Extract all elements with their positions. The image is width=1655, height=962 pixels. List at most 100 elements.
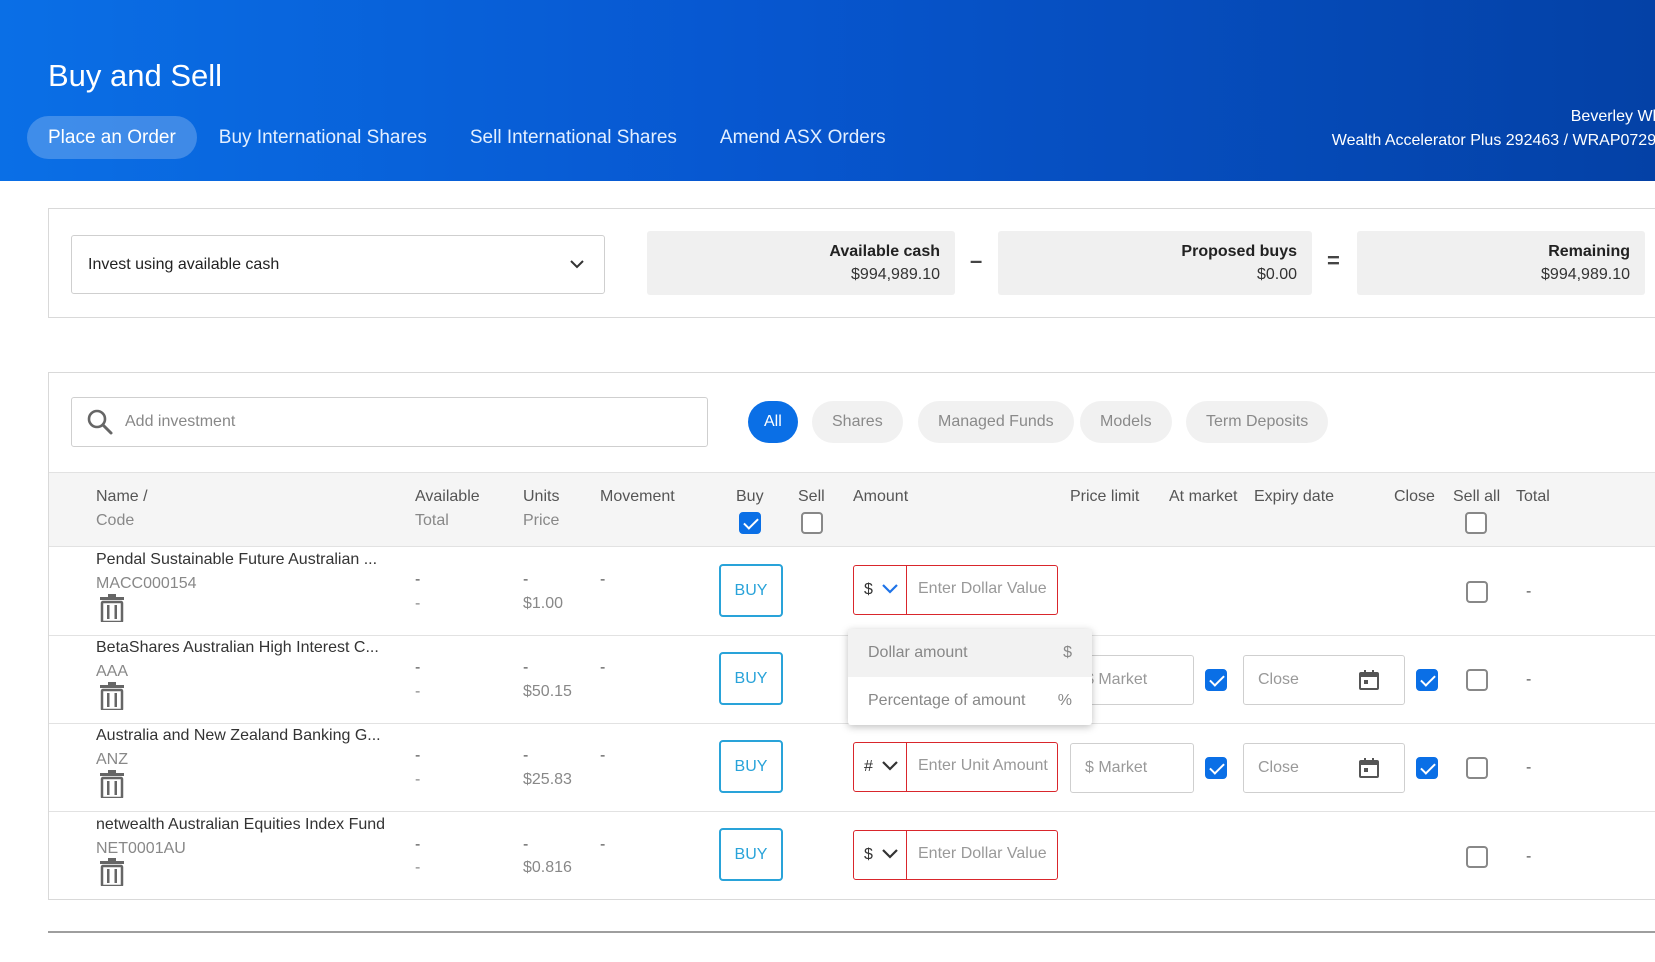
col-sell-all: Sell all	[1453, 488, 1501, 505]
row-total-value: -	[1526, 671, 1532, 688]
row-total: -	[415, 683, 421, 700]
close-checkbox[interactable]	[1416, 757, 1438, 779]
filter-models[interactable]: Models	[1080, 401, 1172, 443]
row-code: ANZ	[96, 751, 128, 768]
amount-unit-select[interactable]: #	[854, 743, 907, 791]
col-code-label: Code	[96, 512, 135, 529]
buy-button[interactable]: BUY	[719, 564, 783, 617]
calendar-icon[interactable]	[1358, 669, 1380, 691]
amount-input[interactable]: Enter Dollar Value	[918, 845, 1054, 863]
row-total: -	[415, 595, 421, 612]
sell-all-checkbox[interactable]	[1466, 846, 1488, 868]
expiry-date-input[interactable]: Close	[1243, 743, 1405, 793]
row-available: -	[415, 747, 421, 764]
tab-amend-asx-orders[interactable]: Amend ASX Orders	[699, 116, 907, 159]
page-header: Buy and Sell Place an Order Buy Internat…	[0, 0, 1655, 181]
dropdown-option-percentage-of-amount[interactable]: Percentage of amount %	[848, 677, 1092, 725]
row-movement: -	[600, 659, 606, 676]
close-checkbox[interactable]	[1416, 669, 1438, 691]
calendar-icon[interactable]	[1358, 757, 1380, 779]
filter-all[interactable]: All	[748, 401, 798, 443]
row-price: $1.00	[523, 595, 564, 612]
tab-buy-international-shares[interactable]: Buy International Shares	[198, 116, 448, 159]
filter-shares[interactable]: Shares	[812, 401, 903, 443]
row-name: netwealth Australian Equities Index Fund	[96, 816, 386, 833]
sell-all-header-checkbox[interactable]	[1465, 512, 1487, 534]
trash-icon[interactable]	[99, 594, 125, 622]
row-price: $25.83	[523, 771, 572, 788]
expiry-placeholder: Close	[1258, 759, 1299, 776]
remaining-value: $994,989.10	[1541, 266, 1630, 283]
filter-term-deposits[interactable]: Term Deposits	[1186, 401, 1329, 443]
row-price: $50.15	[523, 683, 572, 700]
sell-all-checkbox[interactable]	[1466, 669, 1488, 691]
row-total: -	[415, 859, 421, 876]
chevron-down-icon	[570, 260, 584, 269]
tab-bar: Place an Order Buy International Shares …	[27, 116, 908, 159]
row-available: -	[415, 836, 421, 853]
at-market-checkbox[interactable]	[1205, 757, 1227, 779]
col-units: Units Price	[523, 485, 559, 533]
col-buy: Buy	[736, 488, 764, 505]
buy-all-checkbox[interactable]	[739, 512, 761, 534]
col-price-limit: Price limit	[1070, 488, 1140, 505]
search-icon	[87, 409, 113, 435]
amount-input[interactable]: Enter Dollar Value	[918, 580, 1054, 598]
sell-all-checkbox[interactable]	[1466, 757, 1488, 779]
trash-icon[interactable]	[99, 682, 125, 710]
trash-icon[interactable]	[99, 858, 125, 886]
col-available-label: Available	[415, 488, 480, 505]
col-price-label: Price	[523, 512, 560, 529]
option-symbol: $	[1063, 644, 1072, 661]
tab-place-an-order[interactable]: Place an Order	[27, 116, 197, 159]
available-cash-value: $994,989.10	[851, 266, 940, 283]
dropdown-option-dollar-amount[interactable]: Dollar amount $	[848, 629, 1092, 677]
amount-input-group: # Enter Unit Amount	[853, 742, 1058, 792]
buy-button[interactable]: BUY	[719, 828, 783, 881]
col-amount: Amount	[853, 488, 909, 505]
add-investment-search[interactable]: Add investment	[71, 397, 708, 447]
col-expiry-date: Expiry date	[1254, 488, 1335, 505]
row-total-value: -	[1526, 848, 1532, 865]
filter-managed-funds[interactable]: Managed Funds	[918, 401, 1074, 443]
option-label: Dollar amount	[868, 644, 968, 661]
sell-all-checkbox[interactable]	[1466, 581, 1488, 603]
row-units: -	[523, 836, 529, 853]
row-movement: -	[600, 747, 606, 764]
row-price: $0.816	[523, 859, 572, 876]
col-name: Name / Code	[96, 485, 148, 533]
row-name: Australia and New Zealand Banking G...	[96, 727, 381, 744]
amount-unit-select[interactable]: $	[854, 831, 907, 879]
chevron-down-icon	[882, 761, 898, 771]
amount-input-group: $ Enter Dollar Value	[853, 830, 1058, 880]
row-total: -	[415, 771, 421, 788]
option-label: Percentage of amount	[868, 692, 1026, 709]
amount-unit-select[interactable]: $	[854, 566, 907, 614]
buy-button[interactable]: BUY	[719, 740, 783, 793]
row-movement: -	[600, 571, 606, 588]
account-name: Beverley Whi	[1570, 108, 1655, 125]
amount-input[interactable]: Enter Unit Amount	[918, 757, 1054, 775]
col-units-label: Units	[523, 488, 560, 505]
remaining-box: Remaining $994,989.10	[1357, 231, 1645, 295]
sell-all-rows-checkbox[interactable]	[801, 512, 823, 534]
trash-icon[interactable]	[99, 770, 125, 798]
table-header	[49, 472, 1655, 547]
chevron-down-icon	[882, 584, 898, 594]
minus-sign: –	[970, 248, 983, 273]
col-movement: Movement	[600, 488, 675, 505]
tab-sell-international-shares[interactable]: Sell International Shares	[449, 116, 698, 159]
chevron-down-icon	[882, 849, 898, 859]
expiry-date-input[interactable]: Close	[1243, 655, 1405, 705]
row-movement: -	[600, 836, 606, 853]
funding-source-select[interactable]: Invest using available cash	[71, 235, 605, 294]
proposed-buys-label: Proposed buys	[1181, 243, 1297, 260]
row-total-value: -	[1526, 759, 1532, 776]
row-name: BetaShares Australian High Interest C...	[96, 639, 379, 656]
buy-button[interactable]: BUY	[719, 652, 783, 705]
col-at-market: At market	[1169, 488, 1238, 505]
amount-type-dropdown: Dollar amount $ Percentage of amount %	[848, 629, 1092, 725]
expiry-placeholder: Close	[1258, 671, 1299, 688]
at-market-checkbox[interactable]	[1205, 669, 1227, 691]
price-limit-input[interactable]: $ Market	[1070, 743, 1194, 793]
